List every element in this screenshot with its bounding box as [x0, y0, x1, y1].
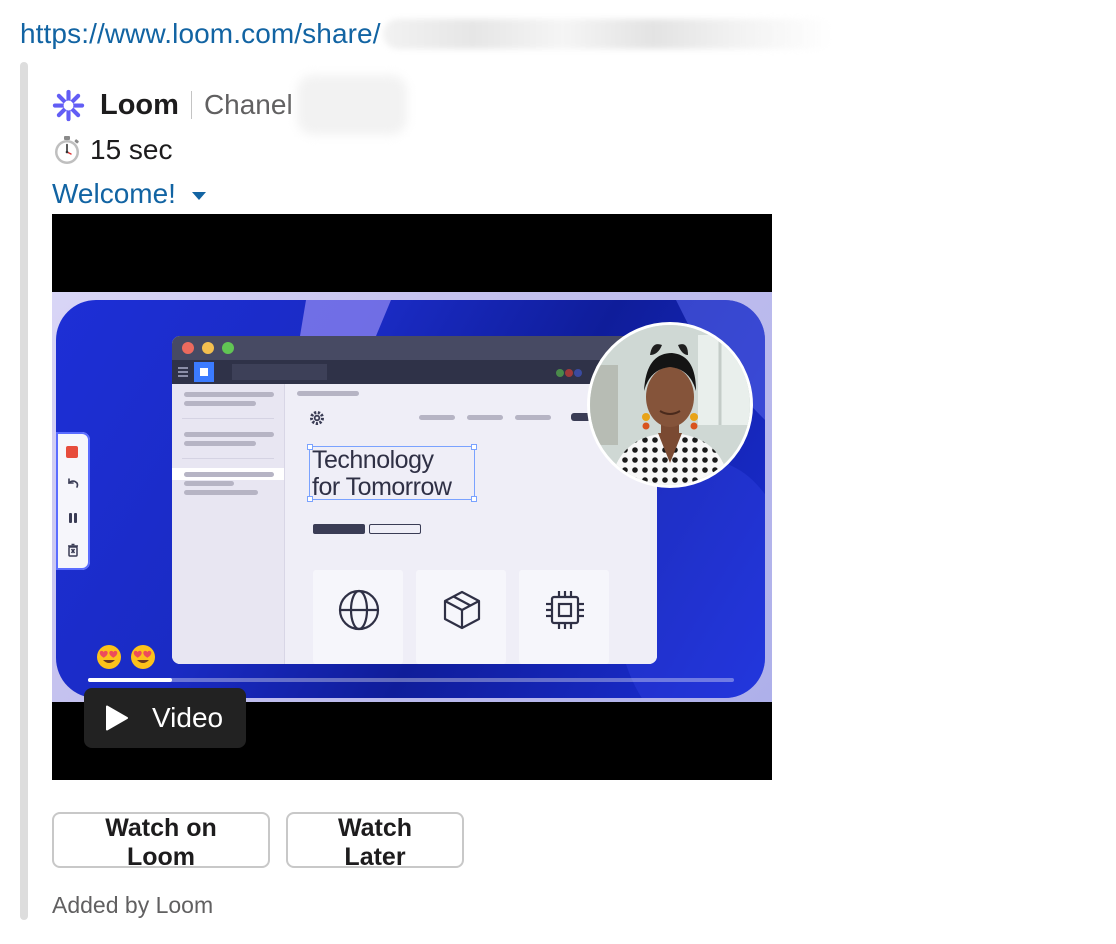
heart-eyes-emoji-icon — [131, 645, 155, 669]
video-player[interactable]: Technology for Tomorrow Video — [52, 214, 772, 780]
attachment-footer: Added by Loom — [52, 892, 214, 918]
recording-toolbar — [56, 432, 90, 570]
window-maximize-dot — [222, 342, 234, 354]
sidebar-divider — [182, 458, 274, 459]
presenter-camera-bubble — [587, 322, 753, 488]
status-dot — [565, 369, 573, 377]
headline-line-2: for Tomorrow — [312, 473, 452, 501]
status-dot — [574, 369, 582, 377]
chip-icon — [546, 591, 584, 629]
placeholder-bar — [184, 472, 274, 477]
loom-share-link[interactable]: https://www.loom.com/share/ — [20, 18, 381, 50]
video-duration: 15 sec — [52, 130, 173, 170]
placeholder-bar — [184, 441, 256, 446]
nav-bar-placeholder — [419, 415, 455, 420]
menu-icon — [178, 367, 188, 369]
sidebar-divider — [182, 418, 274, 419]
app-window-mockup: Technology for Tomorrow — [172, 336, 657, 664]
author-name: Chanel — [203, 89, 293, 120]
address-field — [232, 364, 327, 380]
play-icon — [106, 705, 128, 731]
caret-down-icon[interactable] — [191, 191, 206, 200]
placeholder-bar — [297, 391, 359, 396]
window-sidebar — [172, 384, 285, 664]
headline-line-1: Technology — [312, 446, 434, 474]
placeholder-bar — [184, 481, 234, 486]
play-video-label: Video — [152, 702, 224, 733]
trash-icon — [68, 543, 78, 557]
globe-card — [313, 570, 403, 664]
nav-bar-placeholder — [467, 415, 503, 420]
placeholder-bar — [184, 490, 258, 495]
video-title-row[interactable]: Welcome! — [52, 175, 206, 213]
mock-secondary-button — [369, 524, 421, 534]
mock-primary-button — [313, 524, 365, 534]
placeholder-bar — [184, 392, 274, 397]
undo-icon — [68, 478, 79, 488]
window-minimize-dot — [202, 342, 214, 354]
menu-icon-line — [178, 371, 188, 373]
loom-logo-icon — [52, 89, 85, 121]
window-toolbar — [172, 360, 657, 384]
attachment-accent-bar — [20, 62, 28, 920]
chip-card — [519, 570, 609, 664]
video-progress-track[interactable] — [88, 678, 734, 682]
header-separator — [190, 91, 192, 119]
placeholder-bar — [184, 432, 274, 437]
resize-handle — [307, 444, 313, 450]
package-icon — [443, 590, 481, 630]
watch-on-loom-button[interactable]: Watch on Loom — [52, 812, 270, 871]
attachment-header: Loom Chanel — [52, 75, 407, 135]
redacted-url-segment — [382, 19, 833, 49]
message-url-line: https://www.loom.com/share/ — [20, 14, 833, 54]
stop-recording-icon — [66, 446, 78, 458]
window-close-dot — [182, 342, 194, 354]
video-progress-fill — [88, 678, 172, 682]
window-titlebar — [172, 336, 657, 360]
video-thumbnail: Technology for Tomorrow — [52, 292, 772, 702]
redacted-author-surname — [296, 75, 407, 135]
app-name: Loom — [100, 88, 179, 121]
resize-handle — [471, 444, 477, 450]
headline-text-box: Technology for Tomorrow — [307, 444, 477, 502]
pause-icon — [69, 513, 77, 523]
duration-text: 15 sec — [90, 134, 173, 165]
presenter-avatar — [590, 325, 750, 485]
video-title[interactable]: Welcome! — [52, 178, 176, 210]
heart-eyes-emoji-icon — [97, 645, 121, 669]
video-stage: Technology for Tomorrow — [56, 300, 765, 698]
menu-icon-line — [178, 375, 188, 377]
watch-later-button[interactable]: Watch Later — [286, 812, 464, 871]
attachment-actions: Watch on Loom Watch Later — [52, 812, 464, 871]
status-dot — [556, 369, 564, 377]
active-tab-square — [200, 368, 208, 376]
package-card — [416, 570, 506, 664]
resize-handle — [307, 496, 313, 502]
gear-icon — [310, 411, 324, 425]
play-video-button[interactable]: Video — [84, 688, 246, 748]
reaction-emojis — [96, 644, 156, 670]
globe-icon — [338, 589, 380, 631]
placeholder-bar — [184, 401, 256, 406]
nav-bar-placeholder — [515, 415, 551, 420]
stopwatch-icon — [55, 136, 79, 164]
resize-handle — [471, 496, 477, 502]
